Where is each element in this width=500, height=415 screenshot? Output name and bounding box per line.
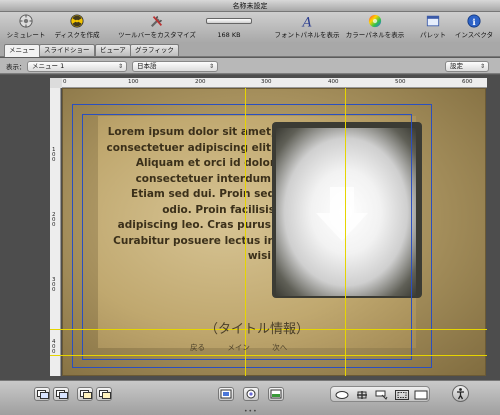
ruler-mark: 400 bbox=[328, 79, 339, 85]
burn-disc-icon bbox=[70, 14, 84, 28]
nav-main-button[interactable]: メイン bbox=[227, 343, 250, 352]
ruler-mark: 100 bbox=[128, 79, 139, 85]
add-button-icon-overlay bbox=[102, 392, 111, 399]
ruler-mark: 0 bbox=[63, 79, 67, 85]
vertical-ruler[interactable]: 1 0 0 2 0 0 3 0 0 4 0 0 bbox=[50, 88, 61, 376]
customize-toolbar-label: ツールバーをカスタマイズ bbox=[118, 31, 196, 39]
resize-handle-icon[interactable]: ••• bbox=[244, 408, 258, 415]
options-row: 表示： メニュー 1 ⇕ 日本語 ⇕ 設定 ⇕ bbox=[0, 58, 500, 74]
ruler-mark: 500 bbox=[395, 79, 406, 85]
media-button[interactable] bbox=[268, 387, 284, 401]
popup-arrows-icon: ⇕ bbox=[479, 63, 485, 70]
shape-arrow-icon[interactable] bbox=[374, 389, 390, 401]
ruler-mark: 2 0 0 bbox=[52, 212, 56, 228]
horizontal-ruler[interactable]: 0 100 200 300 400 500 600 bbox=[62, 78, 487, 88]
popup-arrows-icon: ⇕ bbox=[117, 63, 123, 70]
font-panel-button[interactable]: A フォントパネルを表示 bbox=[272, 14, 342, 39]
inspector-label: インスペクタ bbox=[454, 31, 494, 39]
menu-navigation: 戻る メイン 次へ bbox=[190, 342, 307, 353]
language-select-value: 日本語 bbox=[137, 62, 157, 70]
tab-menu[interactable]: メニュー bbox=[4, 44, 40, 57]
ruler-mark: 4 0 0 bbox=[52, 339, 56, 355]
palette-icon bbox=[426, 15, 440, 27]
ruler-mark: 200 bbox=[195, 79, 206, 85]
nav-back-button[interactable]: 戻る bbox=[190, 343, 205, 352]
add-button-button[interactable] bbox=[96, 387, 112, 401]
capacity-bar-icon bbox=[206, 18, 252, 24]
burn-disc-button[interactable]: ディスクを作成 bbox=[54, 14, 100, 39]
language-select[interactable]: 日本語 ⇕ bbox=[132, 61, 218, 72]
preview-button[interactable] bbox=[218, 387, 234, 401]
add-submenu-button[interactable] bbox=[53, 387, 69, 401]
add-text-icon-overlay bbox=[83, 392, 92, 399]
toolbar: シミュレート ディスクを作成 ツールバーをカスタマイズ 168 KB A フォン… bbox=[0, 12, 500, 42]
ruler-corner bbox=[50, 78, 62, 88]
palette-label: パレット bbox=[420, 31, 446, 39]
menu-title[interactable]: （タイトル情報） bbox=[62, 318, 452, 337]
simulate-icon bbox=[19, 14, 33, 28]
fullscreen-icon[interactable] bbox=[413, 389, 429, 401]
palette-button[interactable]: パレット bbox=[418, 14, 448, 39]
nav-next-button[interactable]: 次へ bbox=[272, 343, 287, 352]
show-label: 表示： bbox=[6, 63, 26, 71]
accessibility-button[interactable] bbox=[452, 385, 469, 402]
ruler-mark: 3 0 0 bbox=[52, 277, 56, 293]
color-panel-icon bbox=[368, 14, 382, 28]
add-submenu-icon-overlay bbox=[59, 392, 68, 399]
popup-arrows-icon: ⇕ bbox=[208, 63, 214, 70]
tab-viewer[interactable]: ビューア bbox=[95, 44, 131, 56]
ruler-mark: 300 bbox=[261, 79, 272, 85]
ruler-mark: 1 0 0 bbox=[52, 147, 56, 163]
disc-capacity-indicator: 168 KB bbox=[204, 14, 254, 39]
shape-oval-icon[interactable] bbox=[334, 389, 350, 401]
customize-tools-icon bbox=[150, 15, 163, 28]
horizontal-guide[interactable] bbox=[50, 355, 487, 356]
safe-area-icon[interactable] bbox=[394, 389, 410, 401]
motion-icon bbox=[246, 389, 256, 399]
add-text-button[interactable] bbox=[77, 387, 93, 401]
window-titlebar: 名称未設定 bbox=[0, 0, 500, 12]
font-panel-label: フォントパネルを表示 bbox=[274, 31, 340, 39]
tab-bar: メニュー スライドショー ビューア グラフィック bbox=[0, 42, 500, 57]
customize-toolbar-button[interactable]: ツールバーをカスタマイズ bbox=[117, 14, 197, 39]
add-menu-button[interactable] bbox=[34, 387, 50, 401]
accessibility-icon bbox=[457, 388, 464, 400]
color-panel-button[interactable]: カラーパネルを表示 bbox=[342, 14, 408, 39]
disc-capacity-label: 168 KB bbox=[217, 31, 241, 39]
canvas-view-controls bbox=[330, 386, 430, 402]
font-panel-icon: A bbox=[302, 15, 312, 28]
menu-select-value: メニュー 1 bbox=[32, 62, 65, 70]
tab-slideshow[interactable]: スライドショー bbox=[39, 44, 95, 56]
color-panel-label: カラーパネルを表示 bbox=[345, 31, 405, 39]
menu-select[interactable]: メニュー 1 ⇕ bbox=[27, 61, 127, 72]
inspector-icon: i bbox=[467, 14, 481, 28]
shape-cross-icon[interactable] bbox=[354, 389, 370, 401]
simulate-button[interactable]: シミュレート bbox=[3, 14, 49, 39]
preview-icon bbox=[220, 389, 232, 399]
inspector-button[interactable]: i インスペクタ bbox=[452, 14, 496, 39]
window-title: 名称未設定 bbox=[232, 2, 268, 10]
add-menu-icon-overlay bbox=[40, 392, 49, 399]
media-icon bbox=[270, 389, 282, 399]
settings-select[interactable]: 設定 ⇕ bbox=[445, 61, 489, 72]
burn-disc-label: ディスクを作成 bbox=[54, 31, 100, 39]
simulate-label: シミュレート bbox=[6, 31, 46, 39]
motion-button[interactable] bbox=[243, 387, 259, 401]
tab-graphics[interactable]: グラフィック bbox=[130, 44, 179, 56]
svg-text:A: A bbox=[302, 15, 312, 28]
settings-select-value: 設定 bbox=[450, 62, 463, 70]
ruler-mark: 600 bbox=[462, 79, 473, 85]
